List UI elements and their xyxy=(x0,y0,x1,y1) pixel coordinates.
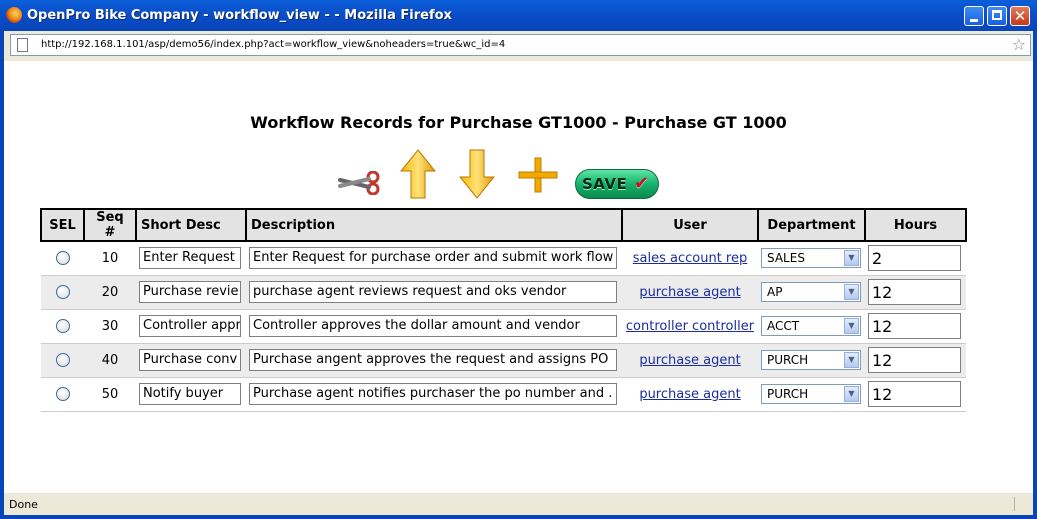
move-up-button[interactable] xyxy=(399,149,437,203)
save-button[interactable]: SAVE ✔ xyxy=(575,169,659,199)
department-value: AP xyxy=(767,285,783,299)
seq-cell: 50 xyxy=(84,377,136,412)
checkmark-icon: ✔ xyxy=(634,173,650,194)
chevron-down-icon[interactable]: ▼ xyxy=(844,250,859,267)
hours-input[interactable]: 2 xyxy=(868,245,961,272)
col-sel: SEL xyxy=(40,208,85,242)
status-bar: Done xyxy=(0,493,1037,519)
chevron-down-icon[interactable]: ▼ xyxy=(844,284,859,300)
seq-cell: 10 xyxy=(84,241,136,276)
workflow-toolbar: SAVE ✔ xyxy=(338,149,668,201)
cut-button[interactable] xyxy=(338,170,382,199)
department-value: SALES xyxy=(767,251,805,266)
col-user: User xyxy=(621,208,759,242)
address-bar[interactable]: http://192.168.1.101/asp/demo56/index.ph… xyxy=(10,34,1031,56)
user-link[interactable]: purchase agent xyxy=(625,387,755,402)
department-select[interactable]: PURCH ▼ xyxy=(761,384,861,404)
resize-grip-icon[interactable] xyxy=(1014,497,1029,511)
add-button[interactable] xyxy=(518,157,558,197)
chevron-down-icon[interactable]: ▼ xyxy=(844,352,859,368)
page-icon xyxy=(17,38,28,52)
minimize-button[interactable] xyxy=(964,6,984,26)
user-link[interactable]: purchase agent xyxy=(625,353,755,368)
short-desc-input[interactable]: Purchase conv xyxy=(139,349,241,371)
department-value: ACCT xyxy=(767,319,800,333)
move-down-button[interactable] xyxy=(458,149,496,203)
table-row: 40 Purchase conv Purchase angent approve… xyxy=(41,343,966,378)
table-row: 10 Enter Request Enter Request for purch… xyxy=(41,241,966,276)
table-row: 30 Controller appr Controller approves t… xyxy=(41,309,966,344)
seq-cell: 30 xyxy=(84,309,136,344)
url-text: http://192.168.1.101/asp/demo56/index.ph… xyxy=(41,39,506,50)
department-select[interactable]: PURCH ▼ xyxy=(761,350,861,370)
col-hours: Hours xyxy=(864,208,967,242)
arrow-up-icon xyxy=(399,149,437,199)
short-desc-input[interactable]: Notify buyer xyxy=(139,383,241,405)
hours-input[interactable]: 12 xyxy=(868,347,961,373)
close-icon: ✕ xyxy=(1013,7,1027,25)
status-text: Done xyxy=(9,498,38,511)
short-desc-input[interactable]: Enter Request xyxy=(139,247,241,270)
description-input[interactable]: Controller approves the dollar amount an… xyxy=(249,315,617,337)
hours-input[interactable]: 12 xyxy=(868,279,961,305)
arrow-down-icon xyxy=(458,149,496,199)
col-seq: Seq # xyxy=(83,208,137,242)
row-select-radio[interactable] xyxy=(55,319,70,333)
maximize-button[interactable] xyxy=(987,6,1007,26)
department-value: PURCH xyxy=(767,387,809,401)
col-description: Description xyxy=(245,208,623,242)
department-value: PURCH xyxy=(767,353,809,367)
close-button[interactable]: ✕ xyxy=(1010,6,1030,26)
maximize-icon xyxy=(992,10,1002,20)
user-link[interactable]: controller controller xyxy=(625,319,755,334)
table-header-row: SEL Seq # Short Desc Description User De… xyxy=(40,208,967,242)
window-titlebar: OpenPro Bike Company - workflow_view - -… xyxy=(0,0,1037,31)
table-row: 20 Purchase revie purchase agent reviews… xyxy=(41,275,966,310)
col-short-desc: Short Desc xyxy=(135,208,247,242)
department-select[interactable]: AP ▼ xyxy=(761,282,861,302)
address-bar-area: http://192.168.1.101/asp/demo56/index.ph… xyxy=(0,31,1037,61)
description-input[interactable]: purchase agent reviews request and oks v… xyxy=(249,281,617,303)
department-select[interactable]: ACCT ▼ xyxy=(761,316,861,336)
department-select[interactable]: SALES ▼ xyxy=(761,248,861,269)
page-content: Workflow Records for Purchase GT1000 - P… xyxy=(0,61,1037,493)
table-row: 50 Notify buyer Purchase agent notifies … xyxy=(41,377,966,412)
short-desc-input[interactable]: Purchase revie xyxy=(139,281,241,303)
window-title: OpenPro Bike Company - workflow_view - -… xyxy=(27,8,452,23)
hours-input[interactable]: 12 xyxy=(868,313,961,339)
row-select-radio[interactable] xyxy=(55,353,70,367)
row-select-radio[interactable] xyxy=(55,387,70,401)
description-input[interactable]: Purchase angent approves the request and… xyxy=(249,349,617,371)
seq-cell: 20 xyxy=(84,275,136,310)
row-select-radio[interactable] xyxy=(55,251,70,266)
seq-cell: 40 xyxy=(84,343,136,378)
chevron-down-icon[interactable]: ▼ xyxy=(844,386,859,402)
user-link[interactable]: sales account rep xyxy=(625,251,755,266)
col-department: Department xyxy=(757,208,866,242)
plus-icon xyxy=(518,157,558,193)
chevron-down-icon[interactable]: ▼ xyxy=(844,318,859,334)
scissors-icon xyxy=(338,170,380,196)
page-title: Workflow Records for Purchase GT1000 - P… xyxy=(250,113,787,132)
bookmark-star-icon[interactable]: ☆ xyxy=(1012,36,1026,54)
description-input[interactable]: Enter Request for purchase order and sub… xyxy=(249,247,617,270)
save-label: SAVE xyxy=(582,175,628,193)
description-input[interactable]: Purchase agent notifies purchaser the po… xyxy=(249,383,617,405)
hours-input[interactable]: 12 xyxy=(868,381,961,407)
row-select-radio[interactable] xyxy=(55,285,70,299)
short-desc-input[interactable]: Controller appr xyxy=(139,315,241,337)
firefox-icon xyxy=(6,7,22,23)
minimize-icon xyxy=(970,19,978,22)
save-badge: SAVE ✔ xyxy=(575,169,659,199)
workflow-table: SEL Seq # Short Desc Description User De… xyxy=(40,208,967,412)
user-link[interactable]: purchase agent xyxy=(625,285,755,300)
